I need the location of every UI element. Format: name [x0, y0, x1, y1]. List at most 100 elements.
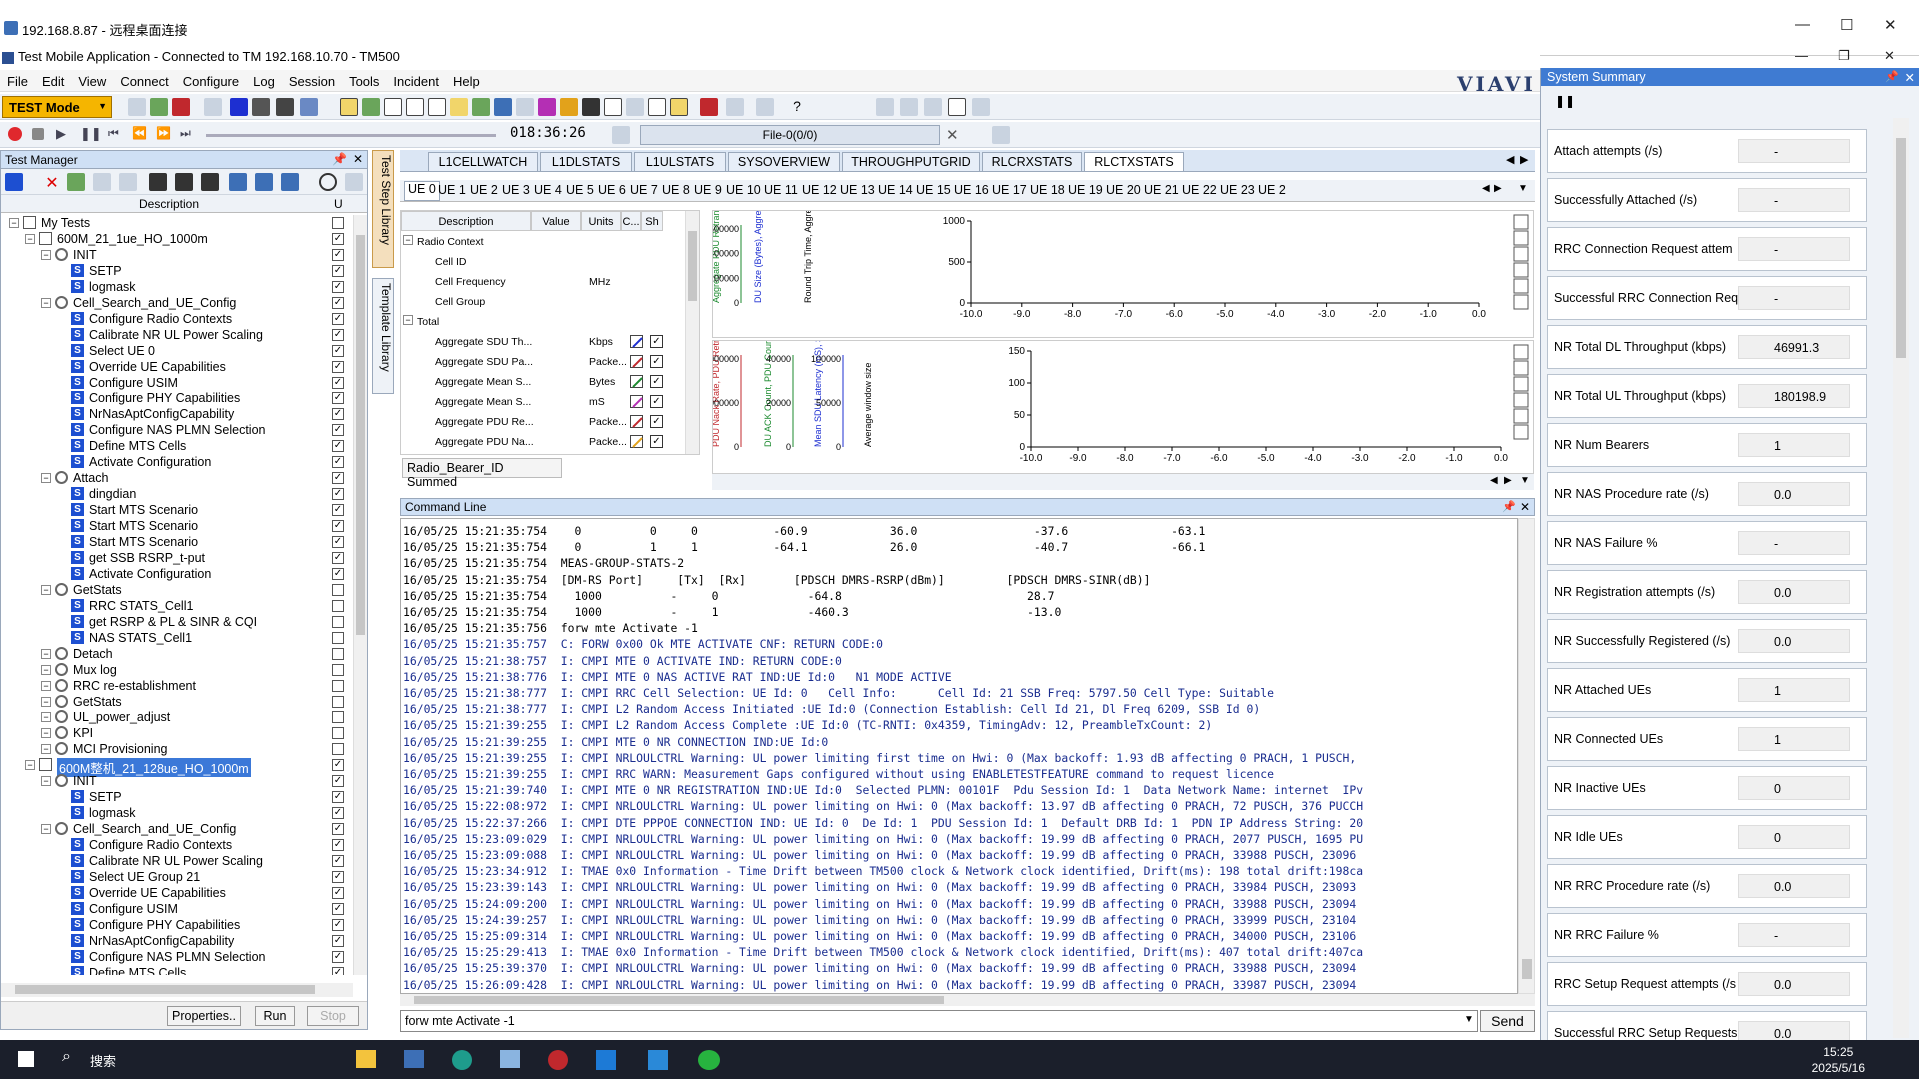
show-checkbox[interactable]: ✓ [650, 375, 663, 388]
tree-node-checkbox[interactable]: ✓ [332, 870, 344, 883]
tree-node[interactable]: S Configure PHY Capabilities ✓ [1, 917, 353, 933]
grid-row[interactable]: Aggregate SDU Th... Kbps ✓ [401, 334, 683, 350]
tab-scroll-right-icon[interactable]: ▶ [1520, 153, 1528, 166]
menu-help[interactable]: Help [446, 70, 487, 93]
menu-session[interactable]: Session [282, 70, 342, 93]
grid-vertical-scrollbar[interactable] [685, 211, 699, 454]
menu-file[interactable]: File [0, 70, 35, 93]
tree-node-checkbox[interactable]: ✓ [332, 886, 344, 899]
test-mode-dropdown[interactable]: TEST Mode ▼ [2, 96, 112, 118]
tab-ue-0[interactable]: UE 0 [404, 181, 440, 201]
close-icon[interactable]: ✕ [1884, 16, 1897, 34]
tree-node[interactable]: Slogmask ✓ [1, 805, 353, 821]
menu-configure[interactable]: Configure [176, 70, 246, 93]
tab-ue-12[interactable]: UE 12 [802, 183, 837, 197]
windows-start-icon[interactable] [18, 1051, 34, 1067]
tree-node-checkbox[interactable] [332, 615, 344, 628]
chart-menu-icon[interactable]: ▼ [1520, 475, 1530, 486]
tab-ue-16[interactable]: UE 16 [954, 183, 989, 197]
tab-ue-14[interactable]: UE 14 [878, 183, 913, 197]
layout2-icon[interactable] [900, 98, 918, 116]
grid-row[interactable]: Aggregate Mean S... mS ✓ [401, 394, 683, 410]
forward-icon[interactable]: ⏩ [156, 126, 174, 144]
tree-node-checkbox[interactable]: ✓ [332, 264, 344, 277]
expand-toggle-icon[interactable]: − [41, 776, 51, 787]
rewind-icon[interactable]: ⏪ [132, 126, 150, 144]
show-checkbox[interactable]: ✓ [650, 435, 663, 448]
tab-ue-2[interactable]: UE 2 [470, 183, 498, 197]
view-table-icon[interactable] [384, 98, 402, 116]
grid-row[interactable]: Aggregate Mean S... Bytes ✓ [401, 374, 683, 390]
tree-node-checkbox[interactable]: ✓ [332, 775, 344, 788]
expand-toggle-icon[interactable]: − [41, 696, 51, 707]
grid-row[interactable]: Aggregate PDU Re... Packe... ✓ [401, 414, 683, 430]
tree-node-checkbox[interactable]: ✓ [332, 232, 344, 245]
tree-node[interactable]: − Cell_Search_and_UE_Config ✓ [1, 295, 353, 311]
line-color-icon[interactable] [630, 355, 643, 368]
grid-header-value[interactable]: Value [531, 211, 581, 231]
tree-node[interactable]: − MCI Provisioning [1, 741, 353, 757]
tree-node[interactable]: S Activate Configuration ✓ [1, 454, 353, 470]
tree-node[interactable]: S Define MTS Cells ✓ [1, 965, 353, 975]
tree-node[interactable]: S Configure NAS PLMN Selection ✓ [1, 422, 353, 438]
view-trace-icon[interactable] [450, 98, 468, 116]
menu-view[interactable]: View [71, 70, 113, 93]
pause-icon[interactable]: ❚❚ [80, 126, 102, 144]
menu-incident[interactable]: Incident [386, 70, 446, 93]
tree-node-checkbox[interactable]: ✓ [332, 520, 344, 533]
tree-node[interactable]: − RRC re-establishment [1, 678, 353, 694]
tree-node-checkbox[interactable] [332, 217, 344, 229]
tree-node-checkbox[interactable]: ✓ [332, 472, 344, 485]
tree-node[interactable]: S Configure USIM ✓ [1, 375, 353, 391]
tree-node[interactable]: Slogmask ✓ [1, 279, 353, 295]
ue-scroll-right-icon[interactable]: ▶ [1494, 183, 1502, 194]
tab-ue-19[interactable]: UE 19 [1068, 183, 1103, 197]
tab-ue-22[interactable]: UE 22 [1182, 183, 1217, 197]
line-color-icon[interactable] [630, 375, 643, 388]
expand-toggle-icon[interactable]: − [25, 760, 35, 771]
command-history-dropdown-icon[interactable]: ▼ [1464, 1014, 1474, 1025]
tree-node[interactable]: − GetStats [1, 582, 353, 598]
tree-node[interactable]: S NrNasAptConfigCapability ✓ [1, 933, 353, 949]
run-button[interactable]: Run [255, 1006, 295, 1026]
expand-toggle-icon[interactable]: − [41, 297, 51, 308]
tab-ue-6[interactable]: UE 6 [598, 183, 626, 197]
layout4-icon[interactable] [948, 98, 966, 116]
tab-scroll-left-icon[interactable]: ◀ [1506, 153, 1514, 166]
grid-header-units[interactable]: Units [581, 211, 621, 231]
maximize-icon[interactable]: ☐ [1840, 16, 1853, 34]
tree-node[interactable]: − Detach [1, 646, 353, 662]
tree-node[interactable]: S Override UE Capabilities ✓ [1, 359, 353, 375]
show-checkbox[interactable]: ✓ [650, 355, 663, 368]
tree-node[interactable]: − My Tests [1, 215, 353, 231]
tree-node[interactable]: S Configure PHY Capabilities ✓ [1, 390, 353, 406]
filter-icon[interactable] [230, 98, 248, 116]
expand-icon[interactable] [345, 173, 363, 191]
tree-node[interactable]: S Start MTS Scenario ✓ [1, 534, 353, 550]
tree-node-checkbox[interactable] [332, 647, 344, 660]
ue-scroll-left-icon[interactable]: ◀ [1482, 183, 1490, 194]
tree-node-checkbox[interactable]: ✓ [332, 504, 344, 517]
tree-node[interactable]: S Start MTS Scenario ✓ [1, 518, 353, 534]
layout3-icon[interactable] [924, 98, 942, 116]
properties-button[interactable]: Properties.. [167, 1006, 241, 1026]
expand-toggle-icon[interactable]: − [41, 824, 51, 835]
tab-ue-11[interactable]: UE 11 [764, 183, 798, 197]
view-swap-icon[interactable] [560, 98, 578, 116]
view-map-icon[interactable] [472, 98, 490, 116]
view-chart-icon[interactable] [362, 98, 380, 116]
tree-node[interactable]: S NrNasAptConfigCapability ✓ [1, 406, 353, 422]
tree-node-checkbox[interactable] [332, 599, 344, 612]
tab-ue-13[interactable]: UE 13 [840, 183, 875, 197]
tab-ue-4[interactable]: UE 4 [534, 183, 562, 197]
tree-node-checkbox[interactable]: ✓ [332, 823, 344, 836]
chart-tool-icon[interactable] [1513, 392, 1529, 408]
tree-node[interactable]: S Configure NAS PLMN Selection ✓ [1, 949, 353, 965]
tab-rlcrxstats[interactable]: RLCRXSTATS [982, 152, 1082, 172]
tree-node[interactable]: − Cell_Search_and_UE_Config ✓ [1, 821, 353, 837]
tree-node[interactable]: − INIT ✓ [1, 773, 353, 789]
command-input[interactable] [400, 1010, 1478, 1032]
chart-tool-icon[interactable] [1513, 424, 1529, 440]
tab-test-step-library[interactable]: Test Step Library [372, 150, 394, 268]
view-log-icon[interactable] [428, 98, 446, 116]
